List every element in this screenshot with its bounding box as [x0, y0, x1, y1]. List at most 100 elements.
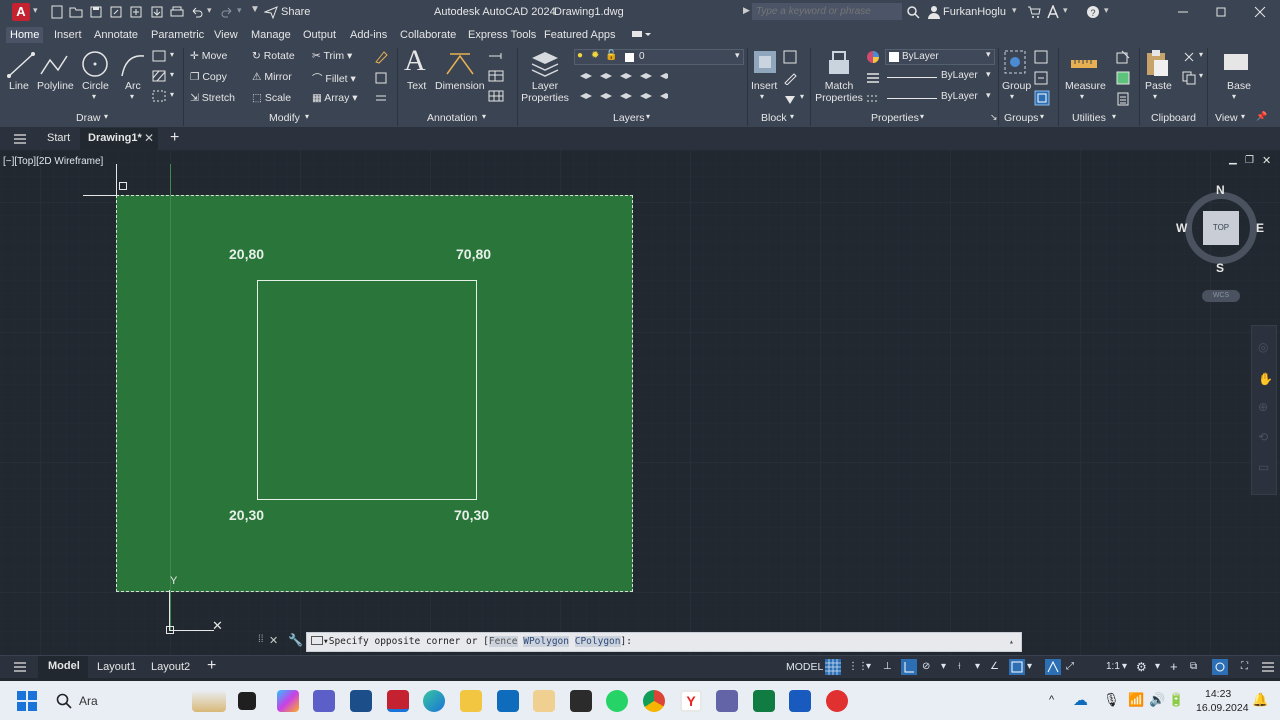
tab-express-tools[interactable]: Express Tools [464, 27, 540, 43]
chevron-down-icon[interactable]: ▾ [104, 112, 108, 121]
tab-insert[interactable]: Insert [50, 27, 86, 43]
chevron-down-icon[interactable]: ▾ [941, 659, 946, 675]
tab-featured-apps[interactable]: Featured Apps [540, 27, 620, 43]
tab-add-ins[interactable]: Add-ins [346, 27, 391, 43]
autodesk-a360-icon[interactable] [1046, 5, 1060, 19]
chevron-down-icon[interactable]: ▾ [1122, 659, 1127, 675]
help-icon[interactable]: ? [1086, 5, 1100, 19]
compass-south[interactable]: S [1216, 261, 1224, 275]
chevron-down-icon[interactable]: ▾ [1012, 5, 1017, 16]
chevron-down-icon[interactable]: ▾ [790, 112, 794, 121]
layout2-tab[interactable]: Layout2 [151, 661, 190, 673]
compass-east[interactable]: E [1256, 221, 1264, 235]
option-cpolygon[interactable]: CPolygon [574, 636, 621, 647]
layer-tools-row2-icon[interactable] [578, 90, 668, 104]
explode-icon[interactable] [374, 71, 388, 85]
lineweight-icon[interactable] [866, 71, 880, 85]
clock-time[interactable]: 14:23 [1205, 688, 1231, 700]
chevron-down-icon[interactable]: ▾ [482, 112, 486, 121]
chevron-down-icon[interactable]: ▾ [207, 5, 212, 16]
grip-icon[interactable]: ⁞⁞ [258, 634, 264, 645]
wifi-icon[interactable]: 📶 [1128, 692, 1144, 708]
save-as-icon[interactable] [109, 5, 123, 19]
chevron-right-icon[interactable]: ▶ [743, 5, 750, 16]
chevron-down-icon[interactable]: ▾ [170, 90, 174, 99]
teams-classic-icon[interactable] [716, 690, 738, 712]
start-tab[interactable]: Start [47, 132, 70, 144]
chevron-down-icon[interactable]: ▾ [1040, 112, 1044, 121]
copy-clip-icon[interactable] [1182, 71, 1196, 85]
select-all-icon[interactable] [1116, 71, 1130, 85]
teams-icon[interactable] [313, 690, 335, 712]
app-logo[interactable]: A [12, 3, 30, 21]
mirror-button[interactable]: ⚠ Mirror [252, 71, 292, 83]
draw-group-label[interactable]: Draw [76, 112, 101, 124]
compass-north[interactable]: N [1216, 183, 1225, 197]
move-button[interactable]: ✛ Move [190, 50, 227, 62]
taskbar-search[interactable]: Ara [79, 694, 98, 708]
measure-button[interactable]: Measure [1065, 80, 1106, 92]
chevron-down-icon[interactable]: ▾ [800, 92, 804, 101]
chevron-down-icon[interactable]: ▾ [866, 659, 871, 675]
layer-properties-button[interactable]: Layer Properties [520, 80, 570, 104]
dimension-button[interactable]: Dimension [435, 80, 485, 92]
group-button[interactable]: Group [1002, 80, 1031, 92]
chevron-down-icon[interactable]: ▾ [1199, 50, 1203, 59]
annotation-group-label[interactable]: Annotation [427, 112, 477, 124]
linetype-icon[interactable] [866, 92, 880, 106]
chevron-down-icon[interactable]: ▾ [1241, 112, 1245, 121]
view-group-label[interactable]: View [1215, 112, 1238, 124]
cut-icon[interactable] [1182, 50, 1196, 64]
polar-tracking-icon[interactable]: ⊘ [922, 659, 930, 675]
insert-block-icon[interactable] [751, 48, 779, 76]
autocad-taskbar-icon[interactable] [387, 690, 409, 712]
arc-icon[interactable] [118, 50, 148, 80]
ribbon-toggle-icon[interactable] [631, 29, 651, 39]
steering-wheel-icon[interactable]: ◎ [1258, 340, 1268, 354]
annotation-scale[interactable]: 1:1 [1106, 659, 1120, 675]
tab-collaborate[interactable]: Collaborate [396, 27, 460, 43]
viewport-minimize-icon[interactable]: ▁ [1229, 154, 1237, 165]
layer-dropdown[interactable]: ● ✹ 🔓 0 ▾ [574, 49, 744, 65]
user-icon[interactable] [927, 5, 941, 19]
chevron-up-icon[interactable]: ▴ [1009, 633, 1014, 651]
model-space-button[interactable]: MODEL [786, 659, 823, 675]
copilot-icon[interactable] [277, 690, 299, 712]
tab-annotate[interactable]: Annotate [90, 27, 142, 43]
battery-icon[interactable]: 🔋 [1168, 692, 1184, 708]
match-properties-button[interactable]: Match Properties [814, 80, 864, 104]
erase-icon[interactable] [374, 50, 388, 64]
properties-group-label[interactable]: Properties [871, 112, 919, 124]
create-block-icon[interactable] [783, 50, 797, 64]
isometric-icon[interactable]: ⟊ [958, 659, 961, 675]
chevron-down-icon[interactable]: ▾ [170, 70, 174, 79]
viewcube-top-face[interactable]: TOP [1203, 211, 1239, 245]
utilities-group-label[interactable]: Utilities [1072, 112, 1106, 124]
hamburger-menu-icon[interactable] [13, 133, 27, 145]
polyline-button[interactable]: Polyline [37, 80, 74, 92]
text-icon[interactable]: A [404, 44, 426, 78]
chevron-down-icon[interactable]: ▾ [130, 92, 134, 101]
tab-home[interactable]: Home [6, 27, 44, 43]
yandex-icon[interactable]: Y [680, 690, 702, 712]
group-edit-icon[interactable] [1034, 71, 1048, 85]
line-button[interactable]: Line [9, 80, 29, 92]
wcs-menu[interactable]: WCS [1202, 290, 1240, 302]
viewport-restore-icon[interactable]: ❐ [1245, 155, 1254, 166]
edge-icon[interactable] [423, 690, 445, 712]
drawing-canvas[interactable]: [−][Top][2D Wireframe] 20,80 70,80 20,30… [0, 150, 1280, 655]
object-snap-icon[interactable] [1009, 659, 1025, 675]
option-wpolygon[interactable]: WPolygon [523, 636, 569, 647]
chevron-down-icon[interactable]: ▾ [1063, 5, 1068, 16]
microphone-icon[interactable]: 🎙 [1103, 692, 1120, 708]
circle-icon[interactable] [80, 49, 110, 79]
chevron-down-icon[interactable]: ▾ [1027, 659, 1032, 675]
windows-start-icon[interactable] [16, 690, 38, 712]
sketchup-icon[interactable] [350, 690, 372, 712]
new-layout-icon[interactable]: + [207, 657, 216, 675]
zoom-extents-icon[interactable]: ⊕ [1258, 400, 1268, 414]
task-view-icon[interactable] [238, 692, 256, 710]
print-icon[interactable] [170, 5, 184, 19]
tab-output[interactable]: Output [299, 27, 340, 43]
chevron-down-icon[interactable]: ▾ [1104, 5, 1109, 16]
